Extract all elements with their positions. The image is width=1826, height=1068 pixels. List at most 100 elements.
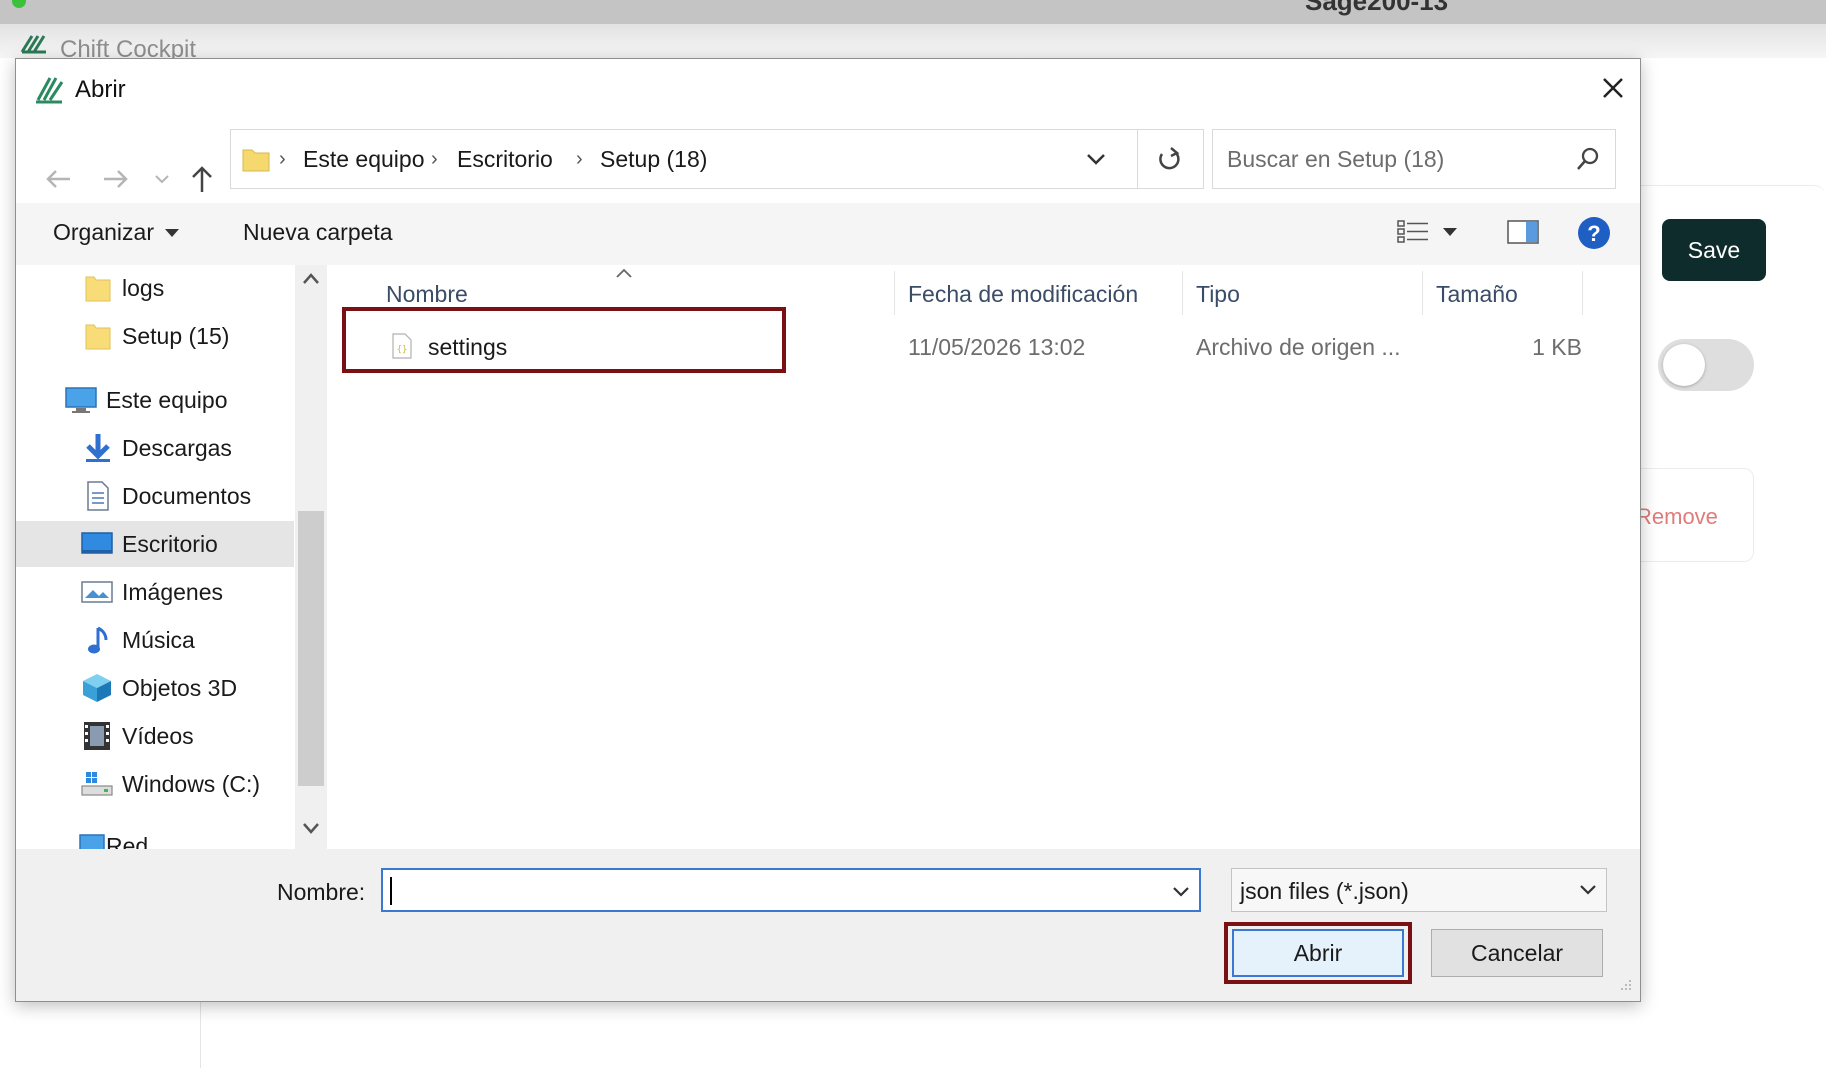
highlight-box-open-button	[1224, 922, 1412, 984]
file-type-filter[interactable]: json files (*.json)	[1231, 868, 1607, 912]
recent-dropdown-icon[interactable]	[150, 157, 174, 201]
column-header-name[interactable]: Nombre	[386, 281, 468, 308]
breadcrumb-item-este-equipo[interactable]: Este equipo	[303, 146, 424, 173]
toolbar: Organizar Nueva carpeta ?	[16, 203, 1640, 265]
breadcrumb-chevron-icon: ›	[576, 148, 583, 170]
file-type: Archivo de origen ...	[1196, 334, 1401, 360]
column-header-type[interactable]: Tipo	[1196, 281, 1240, 308]
nav-item-label: Escritorio	[122, 530, 218, 557]
address-divider	[1137, 130, 1138, 188]
folder-icon	[241, 144, 271, 179]
pictures-icon	[81, 581, 113, 603]
search-box[interactable]	[1212, 129, 1616, 189]
drive-icon	[81, 772, 113, 796]
os-window-title: Sage200-13	[1305, 0, 1449, 16]
up-arrow-icon[interactable]	[182, 157, 222, 201]
details-view-icon	[1397, 220, 1428, 243]
toggle-knob	[1663, 344, 1705, 386]
open-file-dialog: Abrir › Este equipo › Escritorio › Setup…	[15, 58, 1641, 1002]
filename-input[interactable]	[389, 874, 1153, 908]
breadcrumb-item-escritorio[interactable]: Escritorio	[457, 146, 553, 173]
remove-link[interactable]: Remove	[1636, 504, 1718, 530]
preview-pane-icon[interactable]	[1506, 218, 1540, 246]
navigation-pane: logs Setup (15) Este equipo Descargas Do…	[16, 265, 296, 849]
scroll-down-icon[interactable]	[301, 820, 321, 836]
filename-dropdown-icon[interactable]	[1167, 878, 1195, 904]
nav-item-label: Descargas	[122, 434, 232, 461]
documents-icon	[87, 481, 109, 511]
scroll-up-icon[interactable]	[301, 271, 321, 287]
breadcrumb-chevron-icon: ›	[279, 148, 286, 170]
scrollbar-thumb[interactable]	[298, 511, 324, 786]
nav-item-este-equipo[interactable]: Este equipo	[16, 377, 294, 423]
filename-label: Nombre:	[277, 879, 366, 905]
nav-item-descargas[interactable]: Descargas	[16, 425, 294, 471]
search-icon[interactable]	[1575, 146, 1601, 177]
column-divider	[894, 271, 895, 315]
caret-down-icon	[1443, 228, 1457, 236]
objects-3d-icon	[83, 674, 111, 702]
sort-ascending-icon	[616, 268, 632, 278]
chevron-down-icon	[1580, 885, 1596, 895]
new-folder-button[interactable]: Nueva carpeta	[243, 219, 393, 246]
resize-grip-icon[interactable]	[1616, 977, 1634, 995]
dialog-footer: Nombre: json files (*.json) Abrir Cancel…	[16, 849, 1640, 1001]
breadcrumb-chevron-icon: ›	[431, 148, 438, 170]
back-arrow-icon[interactable]	[38, 157, 78, 201]
computer-icon	[65, 387, 97, 413]
file-modified: 11/05/2026 13:02	[908, 334, 1086, 360]
help-icon[interactable]: ?	[1576, 215, 1612, 251]
filename-combobox[interactable]	[381, 868, 1201, 912]
caret-down-icon	[164, 228, 179, 237]
nav-item-setup-15[interactable]: Setup (15)	[16, 313, 294, 359]
app-sidebar-divider	[200, 995, 201, 1068]
app-header: Chift Cockpit	[0, 24, 1826, 63]
organize-label: Organizar	[53, 219, 154, 245]
nav-item-documentos[interactable]: Documentos	[16, 473, 294, 519]
nav-item-red[interactable]: Red	[16, 823, 294, 849]
column-divider	[1422, 271, 1423, 315]
column-divider	[1582, 271, 1583, 315]
videos-icon	[84, 722, 110, 750]
nav-item-label: Setup (15)	[122, 322, 230, 349]
nav-item-videos[interactable]: Vídeos	[16, 713, 294, 759]
nav-item-escritorio[interactable]: Escritorio	[16, 521, 294, 567]
search-input[interactable]	[1225, 140, 1569, 178]
close-icon[interactable]	[1596, 71, 1630, 105]
organize-menu-button[interactable]: Organizar	[53, 219, 180, 246]
nav-pane-scrollbar[interactable]	[295, 265, 327, 849]
nav-item-label: Vídeos	[122, 722, 194, 749]
download-icon	[86, 434, 110, 462]
nav-item-label: Red	[106, 832, 149, 850]
app-logo-icon	[18, 32, 50, 61]
view-options-button[interactable]	[1396, 217, 1458, 247]
music-icon	[88, 626, 108, 654]
breadcrumb-item-setup[interactable]: Setup (18)	[600, 146, 707, 173]
save-button[interactable]: Save	[1662, 219, 1766, 281]
window-close-dot[interactable]	[12, 0, 26, 8]
nav-item-windows-c[interactable]: Windows (C:)	[16, 761, 294, 807]
address-bar[interactable]: › Este equipo › Escritorio › Setup (18)	[230, 129, 1204, 189]
file-type-filter-value: json files (*.json)	[1240, 878, 1409, 904]
nav-item-musica[interactable]: Música	[16, 617, 294, 663]
nav-item-label: Objetos 3D	[122, 674, 238, 701]
cancel-button[interactable]: Cancelar	[1431, 929, 1603, 977]
svg-text:?: ?	[1587, 221, 1600, 246]
column-header-modified[interactable]: Fecha de modificación	[908, 281, 1138, 308]
folder-icon	[85, 276, 111, 302]
nav-item-label: logs	[122, 274, 165, 301]
file-size: 1 KB	[1532, 334, 1582, 360]
forward-arrow-icon[interactable]	[96, 157, 136, 201]
os-title-bar: Sage200-13	[0, 0, 1826, 24]
refresh-icon[interactable]	[1151, 142, 1187, 176]
nav-item-objetos-3d[interactable]: Objetos 3D	[16, 665, 294, 711]
highlight-box-settings-file	[342, 307, 786, 373]
nav-item-label: Imágenes	[122, 578, 224, 605]
column-header-size[interactable]: Tamaño	[1436, 281, 1518, 308]
folder-icon	[85, 324, 111, 350]
toggle-switch[interactable]	[1658, 339, 1754, 391]
nav-item-logs[interactable]: logs	[16, 265, 294, 311]
nav-item-label: Este equipo	[106, 386, 228, 413]
address-dropdown-icon[interactable]	[1081, 144, 1111, 174]
nav-item-imagenes[interactable]: Imágenes	[16, 569, 294, 615]
